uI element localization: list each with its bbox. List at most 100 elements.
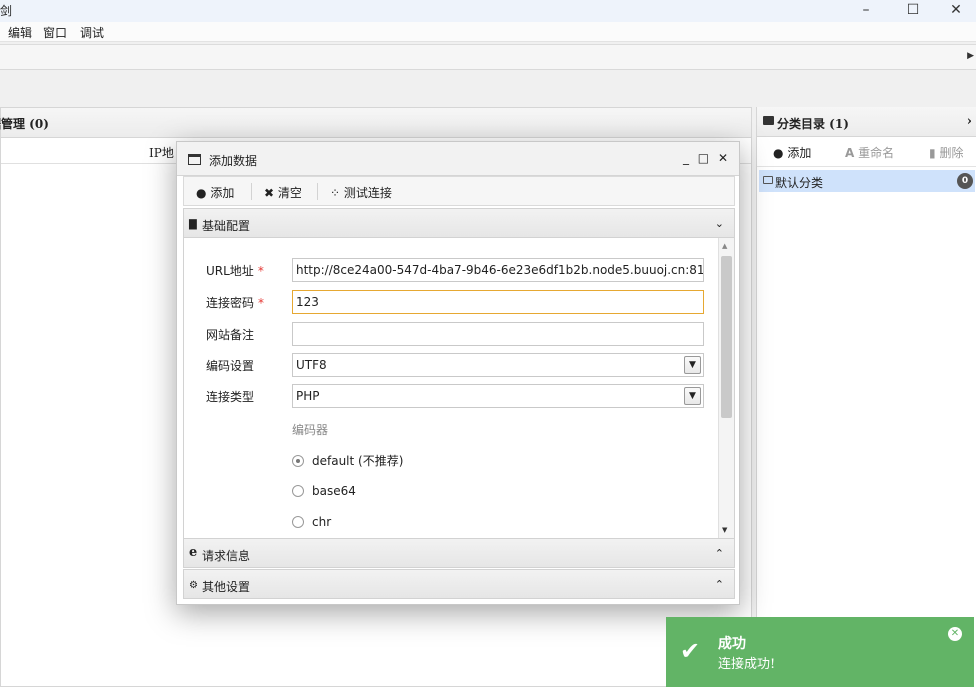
category-title: 分类目录 (1) (777, 117, 849, 131)
dialog-maximize-icon[interactable]: □ (698, 151, 710, 165)
dialog-clear-label: 清空 (277, 186, 302, 200)
font-a-icon: A (845, 146, 855, 160)
toolbar-divider (251, 183, 252, 200)
toolbar-divider (317, 183, 318, 200)
section-request-title: 请求信息 (202, 549, 251, 563)
password-label: 连接密码 * (206, 294, 264, 311)
encoder-base64-label: base64 (312, 484, 356, 498)
window-icon (188, 154, 201, 165)
url-label-text: URL地址 (206, 264, 254, 278)
encoder-chr-label: chr (312, 515, 332, 529)
category-item-label: 默认分类 (775, 176, 824, 190)
category-delete-label: 删除 (939, 146, 964, 160)
plus-circle-icon: ● (773, 146, 784, 160)
required-mark: * (258, 296, 265, 310)
dialog-add-button[interactable]: ● 添加 (196, 184, 234, 201)
type-select[interactable]: PHP ▼ (292, 384, 704, 408)
dialog-close-icon[interactable]: ✕ (718, 151, 729, 165)
column-ip[interactable]: IP地 (149, 144, 174, 161)
radio-icon[interactable] (292, 516, 304, 528)
type-value: PHP (296, 389, 320, 403)
menu-edit[interactable]: 编辑 (8, 24, 32, 41)
category-header: 分类目录 (1) › (757, 107, 976, 137)
basic-config-form: URL地址 * http://8ce24a00-547d-4ba7-9b46-6e… (183, 238, 735, 538)
dialog-title: 添加数据 (209, 154, 258, 168)
ie-icon: e (189, 545, 198, 560)
section-other-settings[interactable]: ⚙ 其他设置 ⌃ (183, 569, 735, 599)
window-title: 蚁剑 (0, 4, 13, 18)
menu-bar: 编辑 窗口 调试 (0, 22, 976, 42)
folder-icon (763, 116, 774, 125)
radio-selected-icon[interactable] (292, 455, 304, 467)
password-input[interactable]: 123 (292, 290, 704, 314)
gears-icon: ⚙ (189, 580, 198, 591)
url-input[interactable]: http://8ce24a00-547d-4ba7-9b46-6e23e6df1… (292, 258, 704, 282)
category-item-default[interactable]: 默认分类 0 (759, 170, 975, 192)
form-scrollbar[interactable]: ▲ ▼ (718, 238, 734, 538)
close-window-button[interactable]: ✕ (936, 0, 976, 22)
add-data-dialog: 添加数据 _ □ ✕ ● 添加 ✖ 清空 ⁘ 测试连接 ▇ 基础配置 ⌄ URL… (176, 141, 740, 605)
encoding-label: 编码设置 (206, 359, 255, 373)
tab-scroll-right-icon[interactable]: ▶ (967, 51, 974, 61)
note-input[interactable] (292, 322, 704, 346)
scroll-thumb[interactable] (721, 256, 732, 418)
category-toolbar: ● 添加 A 重命名 ▮ 删除 (757, 137, 976, 167)
toast-close-icon[interactable]: ✕ (948, 627, 962, 641)
required-mark: * (257, 264, 264, 278)
encoder-label: 编码器 (292, 423, 329, 437)
category-count-badge: 0 (957, 173, 973, 189)
encoder-option-base64[interactable]: base64 (292, 484, 356, 498)
dialog-controls: _ □ ✕ (680, 151, 729, 165)
scroll-up-icon[interactable]: ▲ (722, 242, 727, 250)
scroll-down-icon[interactable]: ▼ (722, 526, 727, 534)
section-other-title: 其他设置 (202, 580, 251, 594)
success-toast: ✔ 成功 连接成功! ✕ (666, 617, 974, 687)
encoding-value: UTF8 (296, 358, 327, 372)
data-list-title: 数据管理 (0) (0, 117, 49, 131)
password-label-text: 连接密码 (206, 296, 255, 310)
chevron-up-icon: ⌃ (714, 547, 724, 560)
section-request-info[interactable]: e 请求信息 ⌃ (183, 538, 735, 568)
category-add-label: 添加 (787, 146, 812, 160)
encoder-option-default[interactable]: default (不推荐) (292, 452, 403, 469)
spinner-icon: ⁘ (330, 186, 341, 200)
type-label: 连接类型 (206, 390, 255, 404)
window-titlebar: 蚁剑 – ☐ ✕ (0, 0, 976, 22)
toast-message: 连接成功! (718, 657, 776, 672)
collapse-chevron-icon[interactable]: › (967, 114, 972, 129)
folder-outline-icon (763, 176, 773, 184)
maximize-button[interactable]: ☐ (893, 0, 933, 22)
chevron-down-icon[interactable]: ▼ (684, 356, 701, 374)
tab-bar: ▶ (0, 44, 976, 70)
plus-circle-icon: ● (196, 186, 207, 200)
data-list-header: 数据管理 (0) (0, 108, 751, 138)
category-panel: 分类目录 (1) › ● 添加 A 重命名 ▮ 删除 默认分类 0 (756, 107, 976, 687)
dialog-minimize-icon[interactable]: _ (683, 151, 690, 165)
note-label: 网站备注 (206, 328, 255, 342)
category-add-button[interactable]: ● 添加 (773, 144, 811, 161)
category-rename-button[interactable]: A 重命名 (845, 144, 894, 161)
encoder-default-label: default (不推荐) (312, 454, 404, 468)
encoder-option-chr[interactable]: chr (292, 515, 331, 529)
chevron-down-icon: ⌄ (714, 217, 724, 230)
category-delete-button[interactable]: ▮ 删除 (929, 144, 963, 161)
dialog-clear-button[interactable]: ✖ 清空 (264, 184, 302, 201)
encoding-select[interactable]: UTF8 ▼ (292, 353, 704, 377)
test-connection-button[interactable]: ⁘ 测试连接 (330, 184, 392, 201)
secondary-toolbar (0, 71, 976, 105)
section-basic-title: 基础配置 (202, 219, 251, 233)
trash-icon: ▮ (929, 146, 936, 160)
dialog-titlebar[interactable]: 添加数据 _ □ ✕ (177, 142, 739, 176)
test-connection-label: 测试连接 (343, 186, 392, 200)
toast-title: 成功 (718, 636, 746, 652)
category-rename-label: 重命名 (858, 146, 895, 160)
minimize-button[interactable]: – (846, 0, 886, 22)
menu-window[interactable]: 窗口 (43, 24, 67, 41)
chevron-down-icon[interactable]: ▼ (684, 387, 701, 405)
radio-icon[interactable] (292, 485, 304, 497)
section-basic-config[interactable]: ▇ 基础配置 ⌄ (183, 208, 735, 238)
dialog-add-label: 添加 (210, 186, 235, 200)
dialog-toolbar: ● 添加 ✖ 清空 ⁘ 测试连接 (183, 176, 735, 206)
chevron-up-icon: ⌃ (714, 578, 724, 591)
menu-debug[interactable]: 调试 (80, 24, 104, 41)
